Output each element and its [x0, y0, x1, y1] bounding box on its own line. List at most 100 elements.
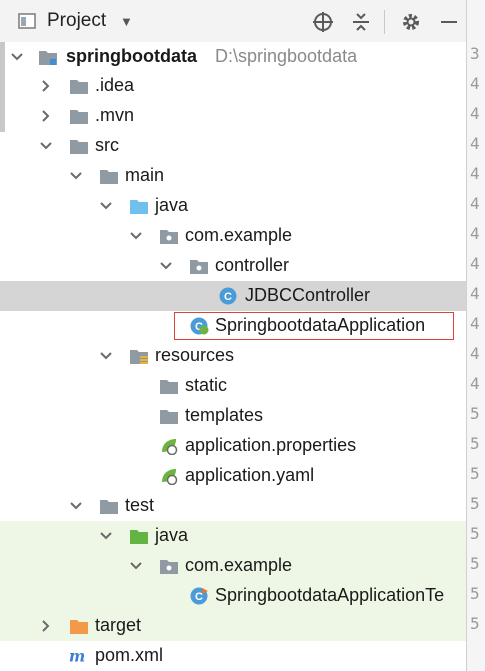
source-folder-icon	[130, 200, 148, 214]
chevron-down-icon[interactable]	[98, 197, 114, 215]
tree-row-main-package[interactable]: com.example	[0, 221, 466, 251]
chevron-down-icon[interactable]	[9, 48, 25, 66]
tree-row-application-class[interactable]: C SpringbootdataApplication	[0, 311, 466, 341]
gutter-line-number: 5	[470, 584, 480, 603]
tree-label: controller	[215, 255, 290, 275]
tree-row-src[interactable]: src	[0, 131, 466, 161]
gutter-line-number: 4	[470, 344, 480, 363]
tree-label: .idea	[95, 75, 135, 95]
chevron-down-icon[interactable]	[68, 497, 84, 515]
project-title[interactable]: Project	[47, 10, 106, 32]
folder-icon	[160, 380, 178, 394]
gutter-line-number: 4	[470, 164, 480, 183]
tree-row-static[interactable]: static	[0, 371, 466, 401]
minimize-icon[interactable]	[438, 11, 460, 33]
gutter-line-number: 5	[470, 464, 480, 483]
tree-label: main	[125, 165, 165, 185]
folder-icon	[70, 140, 88, 154]
tree-row-main-java[interactable]: java	[0, 191, 466, 221]
chevron-down-icon[interactable]	[98, 347, 114, 365]
chevron-right-icon[interactable]	[38, 77, 54, 95]
module-folder-icon	[39, 51, 57, 65]
tree-label: java	[155, 525, 189, 545]
tree-row-resources[interactable]: resources	[0, 341, 466, 371]
spring-config-icon	[162, 469, 178, 485]
project-view-icon	[18, 13, 36, 29]
svg-text:C: C	[224, 291, 232, 303]
gutter-line-number: 4	[470, 134, 480, 153]
gear-icon[interactable]	[400, 11, 422, 33]
folder-icon	[100, 170, 118, 184]
tree-label: src	[95, 135, 119, 155]
chevron-down-icon[interactable]: ▼	[120, 14, 133, 29]
tree-row-jdbc-controller[interactable]: C JDBCController	[0, 281, 466, 311]
gutter-line-number: 4	[470, 194, 480, 213]
gutter-line-number: 5	[470, 434, 480, 453]
svg-text:m: m	[69, 647, 85, 665]
package-icon	[160, 230, 178, 244]
spring-boot-class-icon: C	[190, 317, 209, 335]
package-icon	[190, 260, 208, 274]
folder-icon	[70, 80, 88, 94]
tree-label: application.properties	[185, 435, 357, 455]
project-path: D:\springbootdata	[215, 46, 358, 66]
tree-row-idea[interactable]: .idea	[0, 71, 466, 101]
tree-label: springbootdata	[66, 46, 197, 66]
tree-row-test-class[interactable]: C SpringbootdataApplicationTe	[0, 581, 466, 611]
package-icon	[160, 560, 178, 574]
gutter-line-number: 5	[470, 554, 480, 573]
toolbar-separator	[384, 10, 385, 34]
tree-row-test-package[interactable]: com.example	[0, 551, 466, 581]
tree-row-mvn[interactable]: .mvn	[0, 101, 466, 131]
tree-row-main[interactable]: main	[0, 161, 466, 191]
collapse-all-icon[interactable]	[350, 11, 372, 33]
tree-label: target	[95, 615, 142, 635]
gutter-line-number: 5	[470, 404, 480, 423]
folder-icon	[70, 110, 88, 124]
tree-label: resources	[155, 345, 235, 365]
chevron-down-icon[interactable]	[38, 137, 54, 155]
tree-row-test-java[interactable]: java	[0, 521, 466, 551]
gutter-line-number: 4	[470, 284, 480, 303]
tree-label: templates	[185, 405, 264, 425]
chevron-right-icon[interactable]	[38, 107, 54, 125]
tree-label: SpringbootdataApplicationTe	[215, 585, 445, 605]
tree-row-templates[interactable]: templates	[0, 401, 466, 431]
tree-label: SpringbootdataApplication	[215, 315, 426, 335]
gutter-line-number: 4	[470, 104, 480, 123]
chevron-down-icon[interactable]	[68, 167, 84, 185]
test-source-folder-icon	[130, 530, 148, 544]
tree-label: com.example	[185, 225, 293, 245]
svg-text:C: C	[195, 591, 203, 603]
tree-row-pom[interactable]: m pom.xml	[0, 641, 466, 671]
chevron-down-icon[interactable]	[158, 257, 174, 275]
project-toolbar: Project ▼	[0, 0, 466, 43]
tree-row-test[interactable]: test	[0, 491, 466, 521]
tree-label: static	[185, 375, 228, 395]
gutter-line-number: 5	[470, 494, 480, 513]
chevron-down-icon[interactable]	[128, 227, 144, 245]
tree-label: application.yaml	[185, 465, 315, 485]
gutter-line-number: 4	[470, 74, 480, 93]
tree-row-target[interactable]: target	[0, 611, 466, 641]
folder-icon	[160, 410, 178, 424]
tree-scrollbar[interactable]	[0, 42, 5, 132]
tree-row-application-properties[interactable]: application.properties	[0, 431, 466, 461]
tree-row-application-yaml[interactable]: application.yaml	[0, 461, 466, 491]
gutter-line-number: 4	[470, 314, 480, 333]
tree-label: java	[155, 195, 189, 215]
gutter-line-number: 4	[470, 224, 480, 243]
chevron-right-icon[interactable]	[38, 617, 54, 635]
tree-label: test	[125, 495, 155, 515]
gutter-line-number: 5	[470, 524, 480, 543]
locate-icon[interactable]	[312, 11, 334, 33]
gutter-line-number: 3	[470, 44, 480, 63]
folder-icon	[100, 500, 118, 514]
resources-folder-icon	[130, 350, 148, 364]
tree-row-springbootdata[interactable]: springbootdata D:\springbootdata	[0, 42, 466, 72]
tree-row-controller[interactable]: controller	[0, 251, 466, 281]
chevron-down-icon[interactable]	[128, 557, 144, 575]
project-tree: springbootdata D:\springbootdata .idea .…	[0, 42, 466, 671]
chevron-down-icon[interactable]	[98, 527, 114, 545]
gutter-line-number: 4	[470, 254, 480, 273]
